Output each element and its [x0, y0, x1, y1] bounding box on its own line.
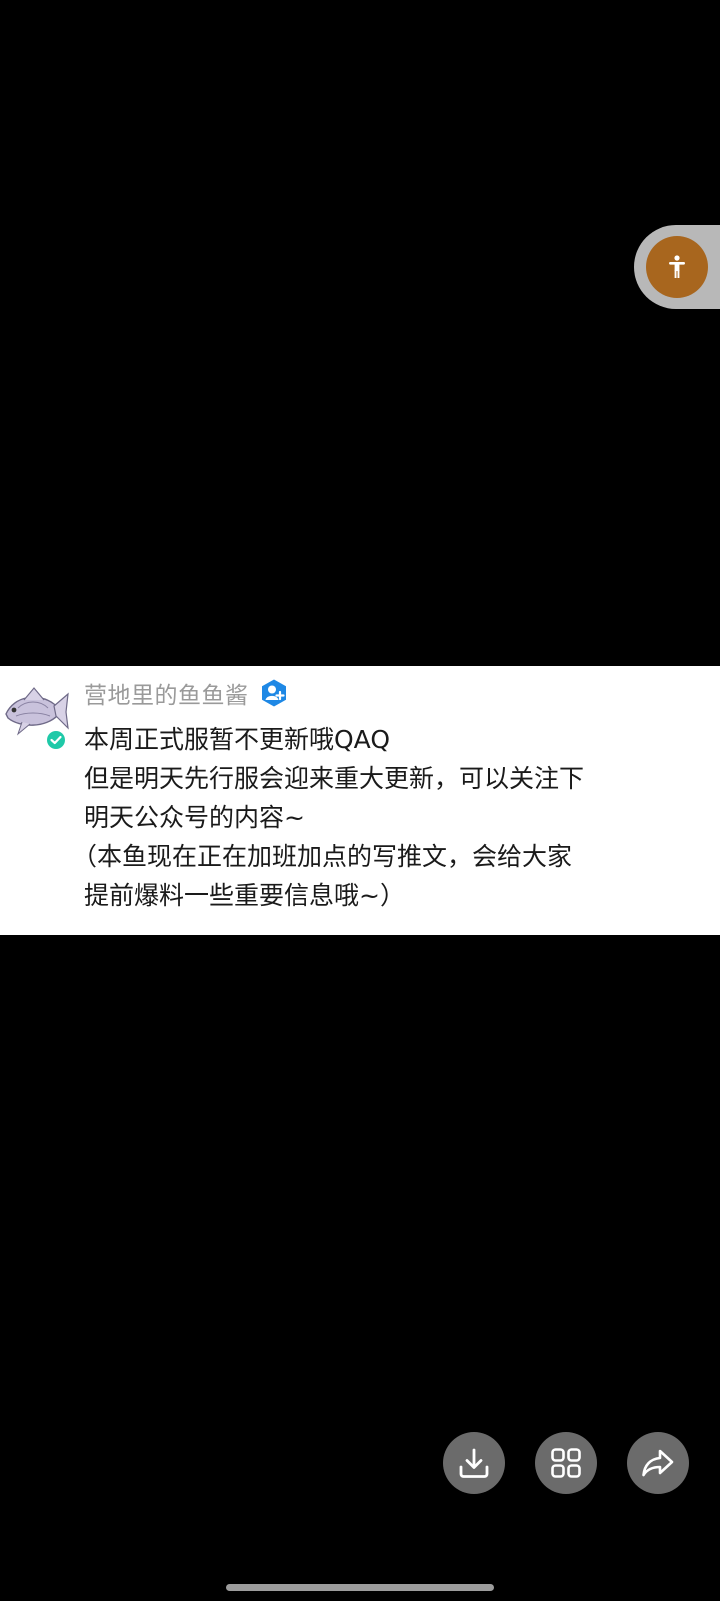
- username-row: 营地里的鱼鱼酱: [84, 676, 289, 710]
- comment-card: 营地里的鱼鱼酱 本周正式服暂不更新哦QAQ 但是明天先行服会迎来重大更新，可以关…: [0, 666, 720, 935]
- share-forward-icon: [642, 1449, 674, 1477]
- user-badge-icon: [261, 679, 286, 707]
- accessibility-button[interactable]: [646, 236, 708, 298]
- comment-line: 明天公众号的内容~: [84, 803, 305, 832]
- comment-line: （本鱼现在正在加班加点的写推文，会给大家: [72, 842, 573, 871]
- comment-line: 本周正式服暂不更新哦QAQ: [84, 725, 391, 754]
- download-button[interactable]: [443, 1432, 505, 1494]
- comment-line: 提前爆料一些重要信息哦~）: [84, 881, 405, 910]
- grid-icon: [551, 1448, 581, 1478]
- image-viewer[interactable]: 营地里的鱼鱼酱 本周正式服暂不更新哦QAQ 但是明天先行服会迎来重大更新，可以关…: [0, 0, 720, 1601]
- home-indicator[interactable]: [226, 1584, 494, 1591]
- grid-view-button[interactable]: [535, 1432, 597, 1494]
- comment-line: 但是明天先行服会迎来重大更新，可以关注下: [84, 764, 585, 793]
- accessibility-person-icon: [669, 255, 685, 278]
- verified-check-icon: [47, 731, 65, 749]
- share-button[interactable]: [627, 1432, 689, 1494]
- username: 营地里的鱼鱼酱: [84, 683, 249, 709]
- accessibility-floating-button[interactable]: [634, 225, 720, 309]
- download-icon: [459, 1448, 489, 1478]
- comment-text: 本周正式服暂不更新哦QAQ 但是明天先行服会迎来重大更新，可以关注下 明天公众号…: [72, 720, 704, 915]
